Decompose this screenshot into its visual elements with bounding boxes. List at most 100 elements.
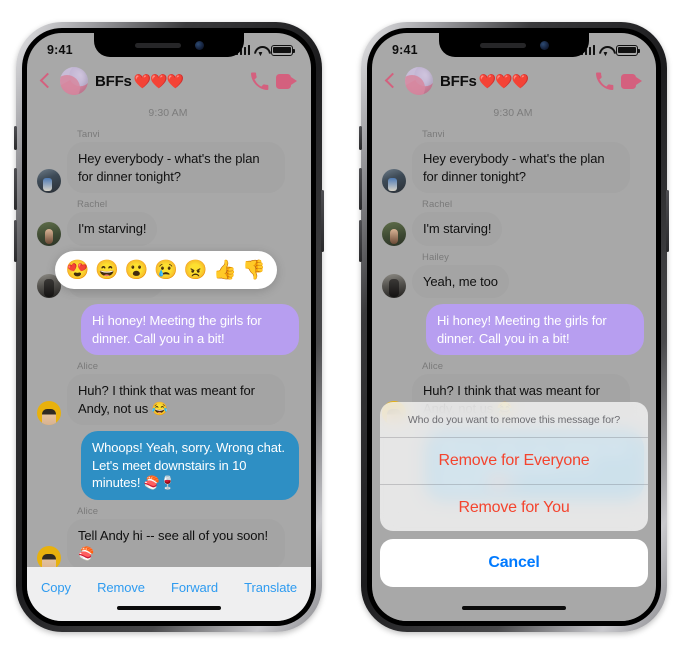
sender-name: Alice bbox=[77, 361, 99, 373]
power-button[interactable] bbox=[321, 190, 324, 252]
chat-title-text: BFFs bbox=[440, 72, 477, 90]
translate-action[interactable]: Translate bbox=[242, 580, 299, 595]
power-button[interactable] bbox=[666, 190, 669, 252]
phone-right: 9:41 BFFs ❤️❤️❤️ 9:30 AM Tanvi Hey every… bbox=[359, 22, 669, 632]
avatar[interactable] bbox=[37, 169, 61, 194]
message-list-left[interactable]: 9:30 AM Tanvi Hey everybody - what's the … bbox=[27, 105, 311, 567]
message-bubble[interactable]: Huh? I think that was meant for Andy, no… bbox=[67, 374, 285, 426]
action-sheet-group: Who do you want to remove this message f… bbox=[380, 402, 648, 531]
avatar[interactable] bbox=[382, 221, 406, 246]
avatar[interactable] bbox=[37, 546, 61, 567]
earpiece-speaker-icon bbox=[134, 42, 181, 48]
angry-reaction[interactable]: 😠 bbox=[184, 261, 208, 280]
phone-bezel-right: 9:41 BFFs ❤️❤️❤️ 9:30 AM Tanvi Hey every… bbox=[367, 28, 661, 626]
video-camera-icon[interactable] bbox=[621, 73, 642, 89]
chat-title-text: BFFs bbox=[95, 72, 132, 90]
message-bubble[interactable]: Hey everybody - what's the plan for dinn… bbox=[67, 142, 285, 194]
volume-down-button[interactable] bbox=[14, 220, 17, 262]
chat-header-right: BFFs ❤️❤️❤️ bbox=[372, 63, 656, 105]
front-camera-icon bbox=[194, 40, 204, 50]
notch-right bbox=[439, 33, 589, 57]
volume-up-button[interactable] bbox=[14, 168, 17, 210]
home-indicator-area-right bbox=[372, 595, 656, 621]
messages-container-left: Tanvi Hey everybody - what's the plan for… bbox=[37, 129, 299, 567]
status-time: 9:41 bbox=[392, 43, 418, 57]
phone-icon[interactable] bbox=[250, 72, 269, 91]
message-group: Hi honey! Meeting the girls for dinner. … bbox=[37, 304, 299, 356]
sender-name: Alice bbox=[422, 361, 444, 373]
forward-action[interactable]: Forward bbox=[169, 580, 220, 595]
avatar[interactable] bbox=[382, 274, 406, 299]
group-avatar[interactable] bbox=[60, 67, 88, 95]
volume-down-button[interactable] bbox=[359, 220, 362, 262]
phone-icon[interactable] bbox=[595, 72, 614, 91]
remove-action[interactable]: Remove bbox=[95, 580, 147, 595]
message-row: Huh? I think that was meant for Andy, no… bbox=[37, 374, 299, 426]
group-avatar[interactable] bbox=[405, 67, 433, 95]
message-row: I'm starving! bbox=[382, 212, 644, 246]
sender-name: Hailey bbox=[422, 251, 449, 263]
message-row: Hey everybody - what's the plan for dinn… bbox=[382, 142, 644, 194]
status-time: 9:41 bbox=[47, 43, 73, 57]
message-bubble[interactable]: I'm starving! bbox=[412, 212, 503, 246]
message-group: AliceHuh? I think that was meant for And… bbox=[37, 361, 299, 426]
back-chevron-icon[interactable] bbox=[382, 73, 398, 89]
remove-for-you-button[interactable]: Remove for You bbox=[380, 484, 648, 531]
message-group: Tanvi Hey everybody - what's the plan for… bbox=[382, 129, 644, 194]
message-row: Yeah, me too bbox=[382, 264, 644, 299]
message-row: Hey everybody - what's the plan for dinn… bbox=[37, 142, 299, 194]
message-list-right[interactable]: 9:30 AM Tanvi Hey everybody - what's the … bbox=[372, 105, 656, 595]
time-divider: 9:30 AM bbox=[493, 107, 533, 119]
message-row: Hi honey! Meeting the girls for dinner. … bbox=[382, 304, 644, 356]
message-bubble[interactable]: Whoops! Yeah, sorry. Wrong chat. Let's m… bbox=[81, 431, 299, 501]
home-indicator[interactable] bbox=[462, 606, 566, 610]
message-row: Hi honey! Meeting the girls for dinner. … bbox=[37, 304, 299, 356]
message-bubble[interactable]: Hey everybody - what's the plan for dinn… bbox=[412, 142, 630, 194]
message-action-bar[interactable]: Copy Remove Forward Translate bbox=[27, 567, 311, 595]
avatar[interactable] bbox=[382, 169, 406, 194]
sender-name: Rachel bbox=[422, 199, 453, 211]
message-group: HaileyYeah, me too bbox=[382, 252, 644, 299]
message-bubble[interactable]: Tell Andy hi -- see all of you soon! 🍣 bbox=[67, 519, 285, 567]
surprised-reaction[interactable]: 😮 bbox=[125, 261, 149, 280]
sender-name: Tanvi bbox=[422, 129, 445, 140]
message-group: Rachel I'm starving! bbox=[37, 199, 299, 246]
avatar[interactable] bbox=[37, 401, 61, 426]
message-row: Tell Andy hi -- see all of you soon! 🍣 bbox=[37, 519, 299, 567]
reaction-picker[interactable]: 😍 😄 😮 😢 😠 👍 👎 bbox=[55, 251, 277, 289]
screen-right: 9:41 BFFs ❤️❤️❤️ 9:30 AM Tanvi Hey every… bbox=[372, 33, 656, 621]
front-camera-icon bbox=[539, 40, 549, 50]
page-title: BFFs ❤️❤️❤️ bbox=[440, 72, 529, 90]
phone-left: 9:41 BFFs ❤️❤️❤️ 9:30 AM Tanvi Hey every… bbox=[14, 22, 324, 632]
action-sheet-title: Who do you want to remove this message f… bbox=[380, 402, 648, 438]
avatar[interactable] bbox=[37, 221, 61, 246]
time-divider: 9:30 AM bbox=[148, 107, 188, 119]
volume-up-button[interactable] bbox=[359, 168, 362, 210]
remove-for-everyone-button[interactable]: Remove for Everyone bbox=[380, 438, 648, 484]
notch-left bbox=[94, 33, 244, 57]
screenshot-stage: 9:41 BFFs ❤️❤️❤️ 9:30 AM Tanvi Hey every… bbox=[0, 0, 680, 654]
thumbs-up-reaction[interactable]: 👍 bbox=[213, 261, 237, 280]
sender-name: Tanvi bbox=[77, 129, 100, 140]
copy-action[interactable]: Copy bbox=[39, 580, 73, 595]
silence-switch[interactable] bbox=[359, 126, 362, 150]
laughing-reaction[interactable]: 😄 bbox=[95, 261, 119, 280]
message-group: Alice Tell Andy hi -- see all of you soon… bbox=[37, 506, 299, 567]
heart-emoji-icon: ❤️❤️❤️ bbox=[478, 72, 529, 89]
cancel-button[interactable]: Cancel bbox=[380, 539, 648, 587]
remove-message-action-sheet: Who do you want to remove this message f… bbox=[372, 402, 656, 595]
thumbs-down-reaction[interactable]: 👎 bbox=[242, 261, 266, 280]
page-title: BFFs ❤️❤️❤️ bbox=[95, 72, 184, 90]
battery-icon bbox=[271, 44, 296, 56]
home-indicator[interactable] bbox=[117, 606, 221, 610]
heart-eyes-reaction[interactable]: 😍 bbox=[66, 261, 90, 280]
message-bubble[interactable]: I'm starving! bbox=[67, 212, 158, 246]
phone-bezel-left: 9:41 BFFs ❤️❤️❤️ 9:30 AM Tanvi Hey every… bbox=[22, 28, 316, 626]
message-bubble[interactable]: Hi honey! Meeting the girls for dinner. … bbox=[426, 304, 644, 356]
sad-reaction[interactable]: 😢 bbox=[154, 261, 178, 280]
silence-switch[interactable] bbox=[14, 126, 17, 150]
message-bubble[interactable]: Yeah, me too bbox=[412, 264, 509, 299]
message-bubble[interactable]: Hi honey! Meeting the girls for dinner. … bbox=[81, 304, 299, 356]
back-chevron-icon[interactable] bbox=[37, 73, 53, 89]
video-camera-icon[interactable] bbox=[276, 73, 297, 89]
